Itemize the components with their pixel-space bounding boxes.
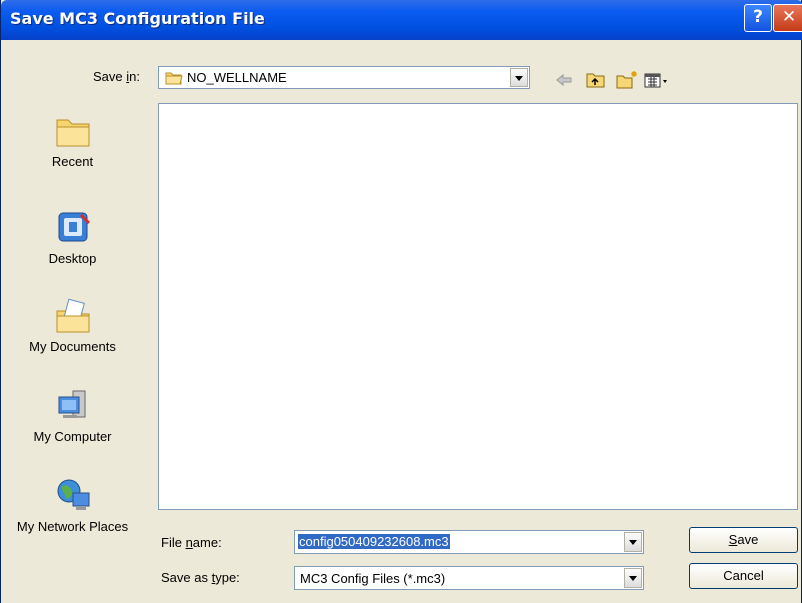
place-my-computer[interactable]: My Computer (4, 387, 141, 444)
file-name-value: config050409232608.mc3 (298, 534, 450, 549)
current-folder-name: NO_WELLNAME (187, 70, 287, 85)
close-button[interactable]: ✕ (773, 4, 802, 32)
save-as-type-label: Save as type: (161, 570, 240, 585)
chevron-down-icon[interactable] (510, 68, 528, 87)
file-name-input[interactable]: config050409232608.mc3 (294, 530, 644, 554)
save-in-label: Save in: (93, 69, 140, 84)
cancel-button[interactable]: Cancel (689, 563, 798, 589)
place-desktop[interactable]: Desktop (4, 209, 141, 266)
my-documents-icon (53, 298, 93, 339)
my-computer-icon (53, 390, 93, 429)
chevron-down-icon[interactable] (624, 532, 642, 552)
save-button[interactable]: Save (689, 527, 798, 553)
up-folder-icon[interactable] (585, 70, 607, 90)
new-folder-icon[interactable] (615, 70, 639, 90)
back-arrow-icon[interactable] (554, 70, 574, 90)
place-my-documents[interactable]: My Documents (4, 297, 141, 354)
chevron-down-icon[interactable] (624, 568, 642, 588)
file-name-label: File name: (161, 535, 222, 550)
file-list-view[interactable] (158, 103, 798, 510)
places-bar: Recent Desktop My Documents My Computer … (4, 102, 141, 596)
save-in-dropdown[interactable]: NO_WELLNAME (158, 66, 530, 89)
save-dialog: Save MC3 Configuration File ? ✕ Save in:… (0, 0, 802, 603)
folder-icon (165, 70, 183, 88)
save-as-type-dropdown[interactable]: MC3 Config Files (*.mc3) (294, 566, 644, 590)
title-bar[interactable]: Save MC3 Configuration File ? ✕ (1, 0, 802, 40)
recent-folder-icon (53, 119, 93, 154)
desktop-icon (53, 212, 93, 251)
place-network-places[interactable]: My Network Places (4, 477, 141, 534)
help-button[interactable]: ? (744, 4, 772, 32)
place-recent[interactable]: Recent (4, 112, 141, 169)
view-menu-icon[interactable] (643, 70, 669, 90)
network-places-icon (53, 479, 93, 519)
window-title: Save MC3 Configuration File (10, 9, 265, 28)
save-as-type-value: MC3 Config Files (*.mc3) (300, 571, 446, 586)
